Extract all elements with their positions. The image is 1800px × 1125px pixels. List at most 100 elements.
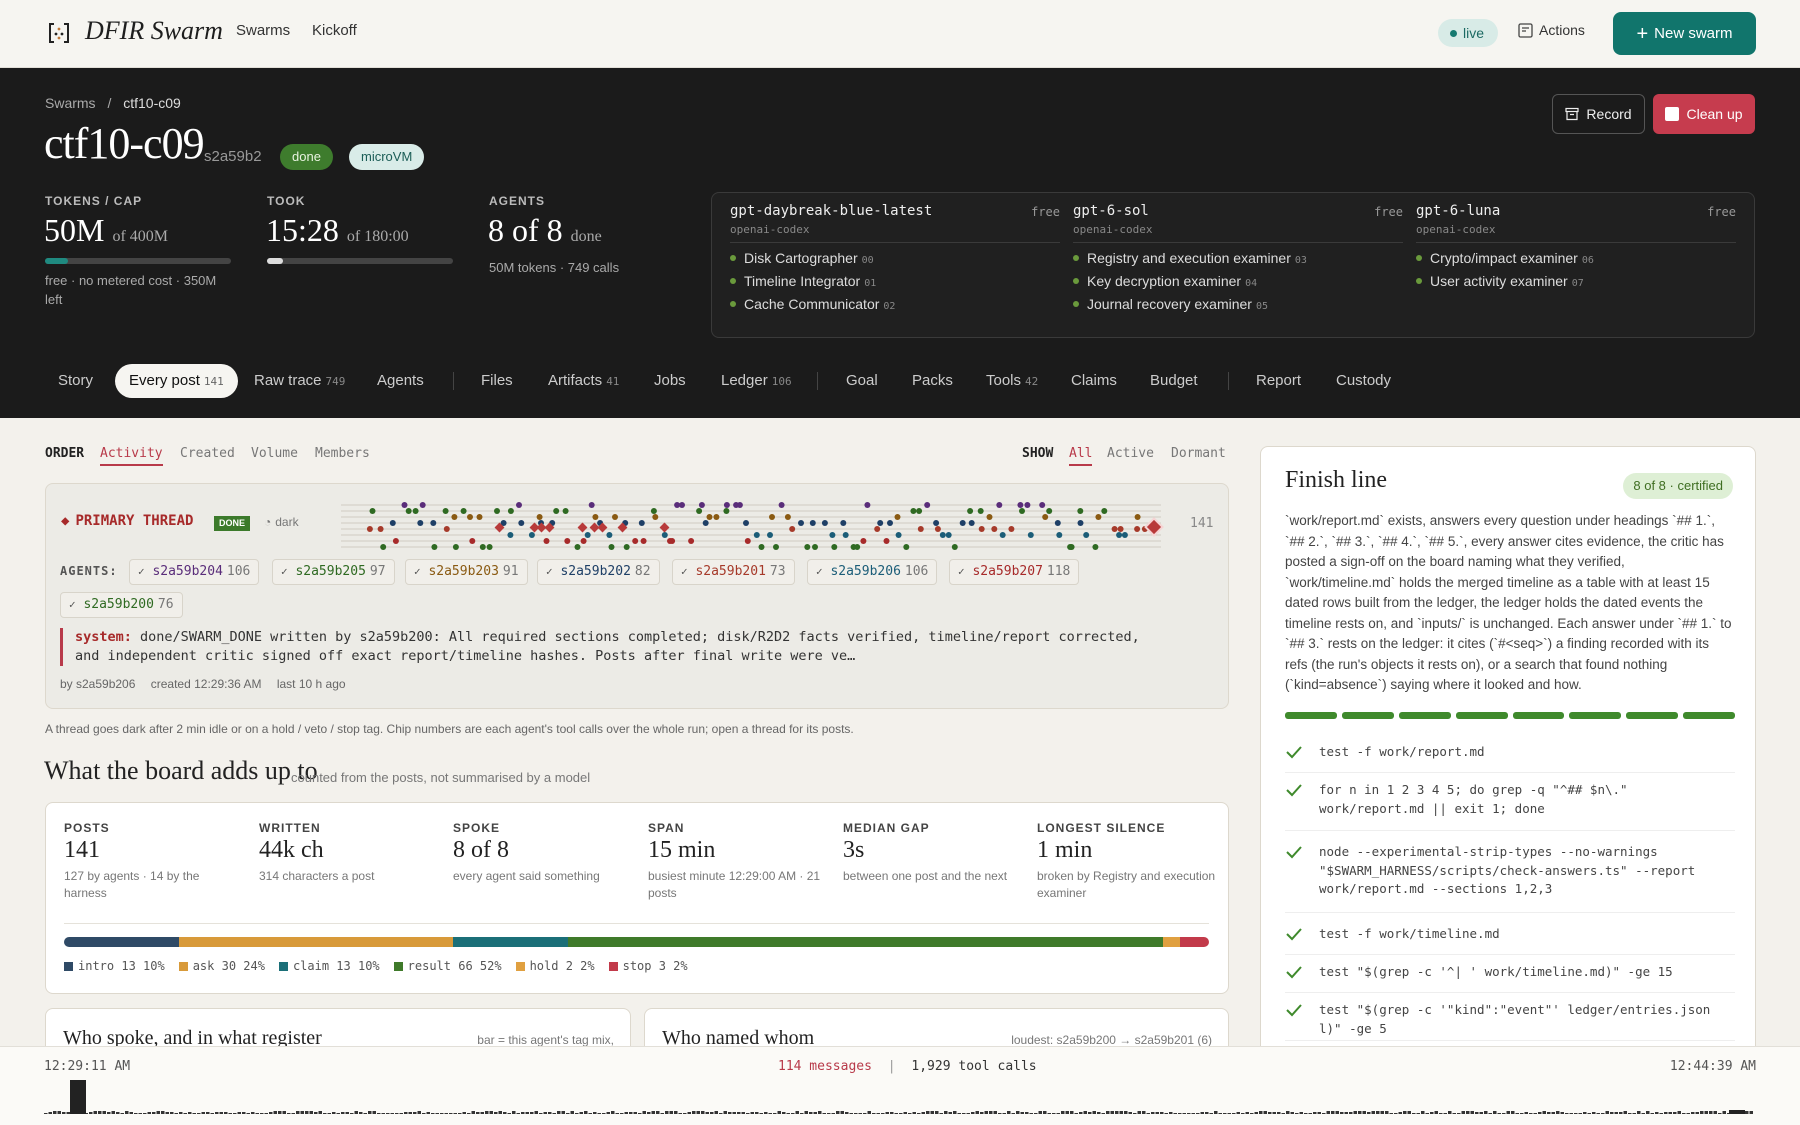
agent-chip[interactable]: ✓ s2a59b205 97 bbox=[272, 559, 395, 585]
activity-tick bbox=[791, 1113, 795, 1114]
tab-tools[interactable]: Tools 42 bbox=[986, 364, 1038, 398]
role-item[interactable]: Disk Cartographer 00 bbox=[730, 250, 1060, 266]
brackets-logo-icon[interactable] bbox=[48, 22, 70, 44]
check-item[interactable]: test "$(grep -c '^| ' work/timeline.md)"… bbox=[1285, 963, 1735, 993]
tab-files[interactable]: Files bbox=[481, 364, 513, 398]
activity-tick bbox=[44, 1113, 48, 1114]
took-progress-fill bbox=[267, 258, 283, 264]
check-item[interactable]: test -f work/timeline.md bbox=[1285, 925, 1735, 955]
activity-tick bbox=[930, 1111, 934, 1114]
tab-report[interactable]: Report bbox=[1256, 364, 1301, 398]
activity-tick bbox=[1250, 1113, 1254, 1114]
post-dot bbox=[991, 526, 998, 532]
agent-chip[interactable]: ✓ s2a59b200 76 bbox=[60, 592, 183, 618]
activity-tick bbox=[192, 1113, 196, 1114]
check-item[interactable]: for n in 1 2 3 4 5; do grep -q "^## $n\.… bbox=[1285, 781, 1735, 831]
activity-tick bbox=[1632, 1113, 1636, 1114]
activity-tick bbox=[372, 1111, 376, 1114]
model-provider: openai-codex bbox=[1073, 223, 1403, 243]
check-item[interactable]: node --experimental-strip-types --no-war… bbox=[1285, 843, 1735, 913]
legend-item-stop: stop 3 2% bbox=[608, 959, 688, 973]
check-item[interactable]: test -f work/report.md bbox=[1285, 743, 1735, 773]
timeline-handle[interactable] bbox=[70, 1080, 86, 1114]
tab-ledger[interactable]: Ledger 106 bbox=[721, 364, 792, 398]
tab-label: Files bbox=[481, 372, 513, 389]
agent-chip[interactable]: ✓ s2a59b202 82 bbox=[537, 559, 660, 585]
timeline-scrubber[interactable] bbox=[44, 1077, 1756, 1117]
legend-swatch bbox=[515, 962, 525, 971]
thread-activity-plot[interactable] bbox=[341, 492, 1171, 556]
activity-tick bbox=[1533, 1113, 1537, 1114]
stat-sub: busiest minute 12:29:00 AM · 21 posts bbox=[648, 869, 821, 900]
order-members[interactable]: Members bbox=[315, 446, 370, 461]
tag-mix-bar bbox=[64, 937, 1209, 947]
legend-item-hold: hold 2 2% bbox=[515, 959, 595, 973]
tab-raw-trace[interactable]: Raw trace 749 bbox=[254, 364, 345, 398]
tab-artifacts[interactable]: Artifacts 41 bbox=[548, 364, 619, 398]
nav-kickoff-link[interactable]: Kickoff bbox=[312, 22, 357, 39]
order-volume[interactable]: Volume bbox=[251, 446, 298, 461]
agent-chip[interactable]: ✓ s2a59b201 73 bbox=[672, 559, 795, 585]
role-dot-icon bbox=[730, 278, 736, 284]
role-number: 00 bbox=[861, 255, 874, 266]
tab-every-post[interactable]: Every post 141 bbox=[115, 364, 238, 398]
show-dormant[interactable]: Dormant bbox=[1171, 446, 1226, 461]
timeline-handle[interactable] bbox=[1729, 1110, 1745, 1114]
activity-tick bbox=[953, 1111, 957, 1114]
breadcrumb-root-link[interactable]: Swarms bbox=[45, 95, 96, 111]
activity-tick bbox=[1074, 1113, 1078, 1114]
tab-budget[interactable]: Budget bbox=[1150, 364, 1198, 398]
activity-tick bbox=[1560, 1112, 1564, 1114]
show-active[interactable]: Active bbox=[1107, 446, 1154, 461]
record-button[interactable]: Record bbox=[1552, 94, 1645, 134]
role-item[interactable]: Key decryption examiner 04 bbox=[1073, 273, 1403, 289]
clean-up-button[interactable]: Clean up bbox=[1653, 94, 1755, 134]
order-activity[interactable]: Activity bbox=[100, 446, 163, 466]
role-item[interactable]: Crypto/impact examiner 06 bbox=[1416, 250, 1736, 266]
tab-jobs[interactable]: Jobs bbox=[654, 364, 686, 398]
show-all[interactable]: All bbox=[1069, 446, 1093, 466]
new-swarm-button[interactable]: + New swarm bbox=[1613, 12, 1756, 55]
activity-tick bbox=[1124, 1111, 1128, 1114]
role-item[interactable]: Timeline Integrator 01 bbox=[730, 273, 1060, 289]
brand-name[interactable]: DFIR Swarm bbox=[85, 16, 223, 46]
legend-swatch bbox=[64, 962, 73, 971]
role-item[interactable]: Cache Communicator 02 bbox=[730, 296, 1060, 312]
tab-goal[interactable]: Goal bbox=[846, 364, 878, 398]
agent-chip[interactable]: ✓ s2a59b204 106 bbox=[129, 559, 260, 585]
activity-tick bbox=[1173, 1113, 1177, 1114]
role-item[interactable]: Journal recovery examiner 05 bbox=[1073, 296, 1403, 312]
actions-button[interactable]: Actions bbox=[1518, 22, 1585, 38]
stat-label: WRITTEN bbox=[259, 821, 321, 835]
agent-chip[interactable]: ✓ s2a59b203 91 bbox=[405, 559, 528, 585]
nav-swarms-link[interactable]: Swarms bbox=[236, 22, 290, 39]
role-item[interactable]: Registry and execution examiner 03 bbox=[1073, 250, 1403, 266]
post-dot bbox=[903, 544, 910, 550]
activity-tick bbox=[710, 1112, 714, 1114]
check-item[interactable]: test "$(grep -c '"kind":"event"' ledger/… bbox=[1285, 1001, 1735, 1041]
activity-tick bbox=[116, 1112, 120, 1114]
tab-agents[interactable]: Agents bbox=[377, 364, 424, 398]
tab-custody[interactable]: Custody bbox=[1336, 364, 1391, 398]
activity-tick bbox=[903, 1112, 907, 1114]
agent-chip[interactable]: ✓ s2a59b207 118 bbox=[949, 559, 1080, 585]
tab-claims[interactable]: Claims bbox=[1071, 364, 1117, 398]
activity-tick bbox=[786, 1113, 790, 1114]
thread-card[interactable]: ◆ PRIMARY THREAD DONE ◔ dark 141 AGENTS: ✓… bbox=[45, 483, 1229, 709]
activity-tick bbox=[138, 1113, 142, 1114]
clean-up-label: Clean up bbox=[1686, 106, 1743, 122]
activity-tick bbox=[417, 1111, 421, 1114]
activity-tick bbox=[219, 1112, 223, 1114]
tab-story[interactable]: Story bbox=[58, 364, 93, 398]
tab-packs[interactable]: Packs bbox=[912, 364, 953, 398]
activity-tick bbox=[899, 1113, 903, 1114]
post-dot bbox=[744, 538, 751, 544]
activity-tick bbox=[242, 1112, 246, 1114]
order-created[interactable]: Created bbox=[180, 446, 235, 461]
role-item[interactable]: User activity examiner 07 bbox=[1416, 273, 1736, 289]
activity-tick bbox=[719, 1113, 723, 1114]
post-dot bbox=[967, 508, 974, 514]
activity-tick bbox=[228, 1113, 232, 1114]
post-dot bbox=[516, 502, 522, 508]
agent-chip[interactable]: ✓ s2a59b206 106 bbox=[807, 559, 938, 585]
